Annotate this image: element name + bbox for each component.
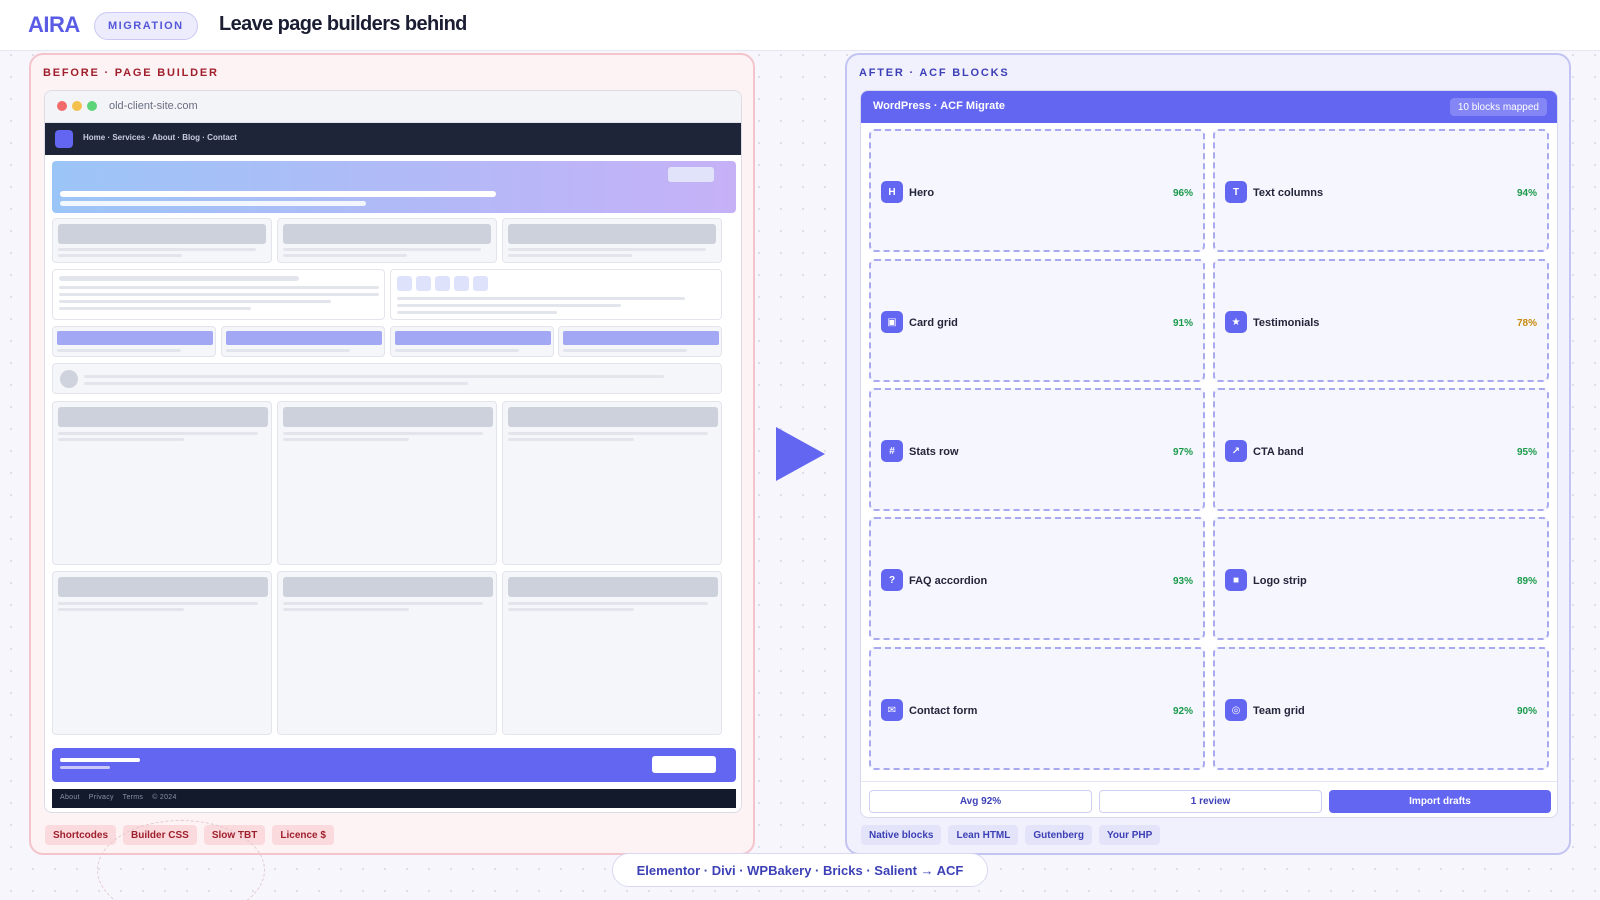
mock-card	[277, 218, 497, 263]
import-drafts-button[interactable]: Import drafts	[1329, 790, 1551, 813]
maximize-dot-icon[interactable]	[87, 101, 97, 111]
mock-grid-card	[502, 401, 722, 565]
acf-block-card[interactable]: T Text columns 94%	[1213, 129, 1549, 252]
block-name: FAQ accordion	[909, 575, 988, 587]
mock-testimonial	[52, 363, 722, 394]
block-name: Logo strip	[1253, 575, 1307, 587]
acf-block-card[interactable]: ✉ Contact form 92%	[869, 647, 1205, 770]
mock-cta-band	[52, 748, 736, 782]
review-button[interactable]: 1 review	[1099, 790, 1322, 813]
mock-grid-card	[502, 571, 722, 735]
play-arrow-icon	[776, 427, 825, 481]
mock-site-footer: About Privacy Terms © 2024	[52, 789, 736, 808]
mock-text-block	[52, 269, 385, 320]
app-title: WordPress · ACF Migrate	[873, 100, 1006, 112]
block-name: Contact form	[909, 705, 978, 717]
square-icon: ■	[1225, 569, 1247, 591]
hero-icon: H	[881, 181, 903, 203]
block-name: Hero	[909, 187, 935, 199]
arrow-up-right-icon: ↗	[1225, 440, 1247, 462]
site-nav: Home · Services · About · Blog · Contact	[45, 123, 741, 155]
block-name: Text columns	[1253, 187, 1324, 199]
after-panel: AFTER · ACF BLOCKS WordPress · ACF Migra…	[845, 53, 1571, 855]
block-confidence: 91%	[1172, 318, 1193, 329]
block-confidence: 92%	[1172, 706, 1193, 717]
browser-url[interactable]: old-client-site.com	[109, 100, 198, 112]
site-footer-links: About Privacy Terms © 2024	[60, 794, 177, 801]
mock-grid-card	[52, 571, 272, 735]
mock-hero-section	[52, 161, 736, 213]
blocks-mapped-badge: 10 blocks mapped	[1449, 98, 1547, 116]
mock-card	[52, 218, 272, 263]
hash-icon: #	[881, 440, 903, 462]
block-confidence: 78%	[1516, 318, 1537, 329]
acf-block-card[interactable]: H Hero 96%	[869, 129, 1205, 252]
supported-builders-pill: Elementor · Divi · WPBakery · Bricks · S…	[612, 853, 988, 887]
acf-block-card[interactable]: ↗ CTA band 95%	[1213, 388, 1549, 511]
mock-card	[502, 218, 722, 263]
acf-migrate-window: WordPress · ACF Migrate 10 blocks mapped…	[860, 90, 1558, 818]
block-name: Testimonials	[1253, 317, 1320, 329]
block-name: Team grid	[1253, 705, 1305, 717]
close-dot-icon[interactable]	[57, 101, 67, 111]
page-title: Leave page builders behind	[219, 13, 467, 35]
top-bar: AIRA MIGRATION Leave page builders behin…	[0, 0, 1600, 51]
browser-mockup: old-client-site.com Home · Services · Ab…	[44, 90, 742, 813]
minimize-dot-icon[interactable]	[72, 101, 82, 111]
mock-column	[221, 326, 385, 357]
chip-lean-html: Lean HTML	[948, 825, 1019, 845]
chip-gutenberg: Gutenberg	[1025, 825, 1092, 845]
block-confidence: 90%	[1516, 706, 1537, 717]
mock-grid-card	[277, 401, 497, 565]
acf-block-card[interactable]: # Stats row 97%	[869, 388, 1205, 511]
block-name: Card grid	[909, 317, 958, 329]
mock-column	[558, 326, 722, 357]
after-chips: Native blocks Lean HTML Gutenberg Your P…	[861, 825, 1161, 845]
block-confidence: 89%	[1516, 576, 1537, 587]
mock-grid-card	[52, 401, 272, 565]
team-icon: ◎	[1225, 699, 1247, 721]
site-nav-links[interactable]: Home · Services · About · Blog · Contact	[83, 133, 237, 142]
acf-block-card[interactable]: ? FAQ accordion 93%	[869, 517, 1205, 640]
mail-icon: ✉	[881, 699, 903, 721]
mock-feature-block	[390, 269, 722, 320]
acf-block-card[interactable]: ▣ Card grid 91%	[869, 259, 1205, 382]
question-icon: ?	[881, 569, 903, 591]
block-name: Stats row	[909, 446, 959, 458]
before-panel: BEFORE · PAGE BUILDER old-client-site.co…	[29, 53, 755, 855]
brand-logo[interactable]: AIRA	[28, 12, 80, 38]
before-label: BEFORE · PAGE BUILDER	[43, 67, 219, 79]
divider	[861, 781, 1557, 782]
acf-block-card[interactable]: ■ Logo strip 89%	[1213, 517, 1549, 640]
chip-native-blocks: Native blocks	[861, 825, 942, 845]
chip-shortcodes: Shortcodes	[45, 825, 117, 845]
text-columns-icon: T	[1225, 181, 1247, 203]
card-grid-icon: ▣	[881, 311, 903, 333]
acf-block-card[interactable]: ◎ Team grid 90%	[1213, 647, 1549, 770]
block-confidence: 94%	[1516, 188, 1537, 199]
site-logo-icon	[55, 130, 73, 148]
app-header: WordPress · ACF Migrate 10 blocks mapped	[861, 91, 1557, 123]
mock-grid-card	[277, 571, 497, 735]
block-confidence: 97%	[1172, 447, 1193, 458]
chip-your-php: Your PHP	[1098, 825, 1161, 845]
star-icon: ★	[1225, 311, 1247, 333]
block-confidence: 93%	[1172, 576, 1193, 587]
chip-licence: Licence $	[272, 825, 334, 845]
mock-column	[390, 326, 554, 357]
acf-block-card[interactable]: ★ Testimonials 78%	[1213, 259, 1549, 382]
browser-bar: old-client-site.com	[45, 91, 741, 123]
after-label: AFTER · ACF BLOCKS	[859, 67, 1010, 79]
mock-column	[52, 326, 216, 357]
block-confidence: 96%	[1172, 188, 1193, 199]
block-name: CTA band	[1253, 446, 1304, 458]
avg-score-button[interactable]: Avg 92%	[869, 790, 1092, 813]
block-confidence: 95%	[1516, 447, 1537, 458]
migration-tag: MIGRATION	[94, 12, 198, 40]
